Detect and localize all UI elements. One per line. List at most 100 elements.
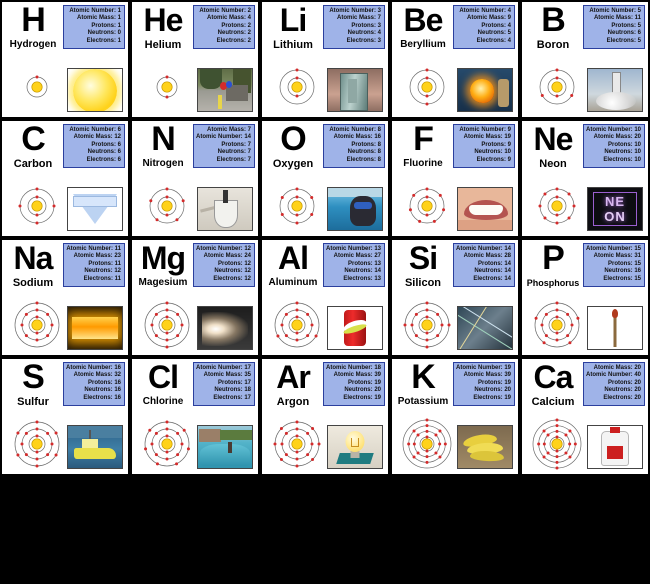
- info-line: Atomic Mass: 28: [463, 253, 511, 260]
- element-card-al[interactable]: Al Aluminum Atomic Number: 13 Atomic Mass: …: [260, 238, 390, 357]
- info-line: Neutrons: 4: [347, 30, 381, 37]
- symbol-and-name: Si Silicon: [392, 240, 454, 297]
- element-card-c[interactable]: C Carbon Atomic Number: 6 Atomic Mass: 12 Pr…: [0, 119, 130, 238]
- element-info-box: Atomic Number: 12 Atomic Mass: 24 Protons:…: [193, 243, 255, 288]
- info-line: Neutrons: 6: [607, 30, 641, 37]
- element-name: Aluminum: [268, 277, 318, 288]
- info-line: Atomic Number: 10: [586, 127, 642, 133]
- info-line: Atomic Mass: 23: [73, 253, 121, 260]
- info-line: Atomic Number: 17: [196, 365, 252, 371]
- element-name: Argon: [276, 396, 310, 408]
- sodium-vapor-lamp-photo: [67, 306, 123, 350]
- element-info-box: Atomic Number: 6 Atomic Mass: 12 Protons: …: [63, 124, 125, 169]
- symbol-and-name: P Phosphorus: [522, 240, 584, 297]
- info-line: Electrons: 1: [86, 37, 121, 44]
- bohr-model-diagram: [138, 299, 196, 351]
- element-card-b[interactable]: B Boron Atomic Number: 5 Atomic Mass: 11 Pro…: [520, 0, 650, 119]
- element-symbol: Na: [13, 240, 54, 276]
- neon-sign-line2: ON: [604, 209, 626, 224]
- element-symbol: Li: [279, 2, 307, 38]
- info-line: Atomic Number: 40: [586, 372, 642, 379]
- info-line: Electrons: 6: [86, 156, 121, 163]
- info-line: Atomic Number: 3: [329, 8, 381, 14]
- element-info-box: Atomic Number: 16 Atomic Mass: 32 Protons:…: [63, 362, 125, 407]
- element-info-box: Atomic Mass: 7 Atomic Number: 14 Protons: …: [193, 124, 255, 169]
- element-card-o[interactable]: O Oxygen Atomic Number: 8 Atomic Mass: 16 Pr…: [260, 119, 390, 238]
- info-line: Atomic Number: 14: [196, 134, 252, 141]
- info-line: Protons: 3: [351, 22, 381, 29]
- info-line: Neutrons: 12: [214, 268, 251, 275]
- info-line: Protons: 6: [91, 141, 121, 148]
- element-symbol: Be: [403, 2, 444, 38]
- element-card-na[interactable]: Na Sodium Atomic Number: 11 Atomic Mass: 23…: [0, 238, 130, 357]
- bohr-model-diagram: [138, 61, 196, 113]
- symbol-and-name: S Sulfur: [2, 359, 64, 416]
- element-card-p[interactable]: P Phosphorus Atomic Number: 15 Atomic Mass:…: [520, 238, 650, 357]
- element-card-s[interactable]: S Sulfur Atomic Number: 16 Atomic Mass: 32 P…: [0, 357, 130, 476]
- the-sun-photo: [67, 68, 123, 112]
- scuba-diver-photo: [327, 187, 383, 231]
- info-line: Protons: 19: [477, 379, 511, 386]
- element-card-n[interactable]: N Nitrogen Atomic Mass: 7 Atomic Number: 14…: [130, 119, 260, 238]
- symbol-and-name: Cl Chlorine: [132, 359, 194, 416]
- bohr-model-diagram: [268, 418, 326, 470]
- info-line: Protons: 9: [481, 141, 511, 148]
- element-name: Calcium: [531, 396, 575, 408]
- info-line: Protons: 14: [477, 260, 511, 267]
- element-symbol: Ar: [276, 359, 311, 395]
- info-line: Atomic Number: 1: [69, 8, 121, 14]
- info-line: Neutrons: 14: [344, 268, 381, 275]
- bohr-model-diagram: [268, 61, 326, 113]
- info-line: Electrons: 16: [83, 394, 121, 401]
- element-card-f[interactable]: F Fluorine Atomic Number: 9 Atomic Mass: 19…: [390, 119, 520, 238]
- element-info-box: Atomic Number: 1 Atomic Mass: 1 Protons: 1…: [63, 5, 125, 50]
- info-line: Electrons: 14: [473, 275, 511, 282]
- info-line: Protons: 19: [347, 379, 381, 386]
- element-symbol: O: [280, 120, 306, 158]
- bohr-model-diagram: [8, 61, 66, 113]
- info-line: Atomic Mass: 9: [466, 15, 511, 22]
- info-line: Neutrons: 14: [474, 268, 511, 275]
- element-card-cl[interactable]: Cl Chlorine Atomic Number: 17 Atomic Mass: …: [130, 357, 260, 476]
- bohr-model-diagram: [138, 180, 196, 232]
- element-info-box: Atomic Number: 8 Atomic Mass: 16 Protons: …: [323, 124, 385, 169]
- element-info-box: Atomic Number: 9 Atomic Mass: 19 Protons: …: [453, 124, 515, 169]
- element-symbol: P: [542, 239, 565, 277]
- info-line: Protons: 13: [347, 260, 381, 267]
- element-card-si[interactable]: Si Silicon Atomic Number: 14 Atomic Mass: 2…: [390, 238, 520, 357]
- info-line: Atomic Mass: 20: [593, 365, 641, 371]
- element-card-mg[interactable]: Mg Magesium Atomic Number: 12 Atomic Mass: …: [130, 238, 260, 357]
- element-card-ar[interactable]: Ar Argon Atomic Number: 18 Atomic Mass: 39 P…: [260, 357, 390, 476]
- info-line: Atomic Number: 14: [456, 246, 512, 252]
- element-symbol: Cl: [148, 359, 179, 395]
- info-line: Neutrons: 16: [84, 387, 121, 394]
- info-line: Protons: 16: [87, 379, 121, 386]
- bohr-model-diagram: [8, 180, 66, 232]
- info-line: Atomic Number: 11: [66, 246, 121, 252]
- info-line: Neutrons: 6: [87, 149, 121, 156]
- symbol-and-name: Ar Argon: [262, 359, 324, 416]
- info-line: Atomic Mass: 1: [76, 15, 121, 22]
- info-line: Atomic Mass: 39: [333, 372, 381, 379]
- element-info-box: Atomic Mass: 20 Atomic Number: 40 Protons:…: [583, 362, 645, 407]
- element-name: Boron: [536, 39, 570, 51]
- info-line: Protons: 7: [221, 141, 251, 148]
- liquid-nitrogen-flask-photo: [197, 187, 253, 231]
- element-card-ca[interactable]: Ca Calcium Atomic Mass: 20 Atomic Number: 4…: [520, 357, 650, 476]
- symbol-and-name: Na Sodium: [2, 240, 64, 297]
- aluminum-soda-can-photo: [327, 306, 383, 350]
- symbol-and-name: Be Beryllium: [392, 2, 454, 59]
- info-line: Atomic Mass: 19: [463, 134, 511, 141]
- element-card-k[interactable]: K Potassium Atomic Number: 19 Atomic Mass: …: [390, 357, 520, 476]
- info-line: Atomic Number: 18: [326, 365, 382, 371]
- element-card-ne[interactable]: Ne Neon Atomic Number: 10 Atomic Mass: 20 Pr…: [520, 119, 650, 238]
- element-card-he[interactable]: He Helium Atomic Number: 2 Atomic Mass: 4 Pr…: [130, 0, 260, 119]
- element-card-be[interactable]: Be Beryllium Atomic Number: 4 Atomic Mass: …: [390, 0, 520, 119]
- info-line: Protons: 15: [607, 260, 641, 267]
- info-line: Atomic Number: 16: [66, 365, 122, 371]
- element-card-h[interactable]: H Hydrogen Atomic Number: 1 Atomic Mass: 1P…: [0, 0, 130, 119]
- element-card-li[interactable]: Li Lithium Atomic Number: 3 Atomic Mass: 7P…: [260, 0, 390, 119]
- symbol-and-name: O Oxygen: [262, 121, 324, 178]
- info-line: Neutrons: 20: [604, 387, 641, 394]
- matchstick-photo: [587, 306, 643, 350]
